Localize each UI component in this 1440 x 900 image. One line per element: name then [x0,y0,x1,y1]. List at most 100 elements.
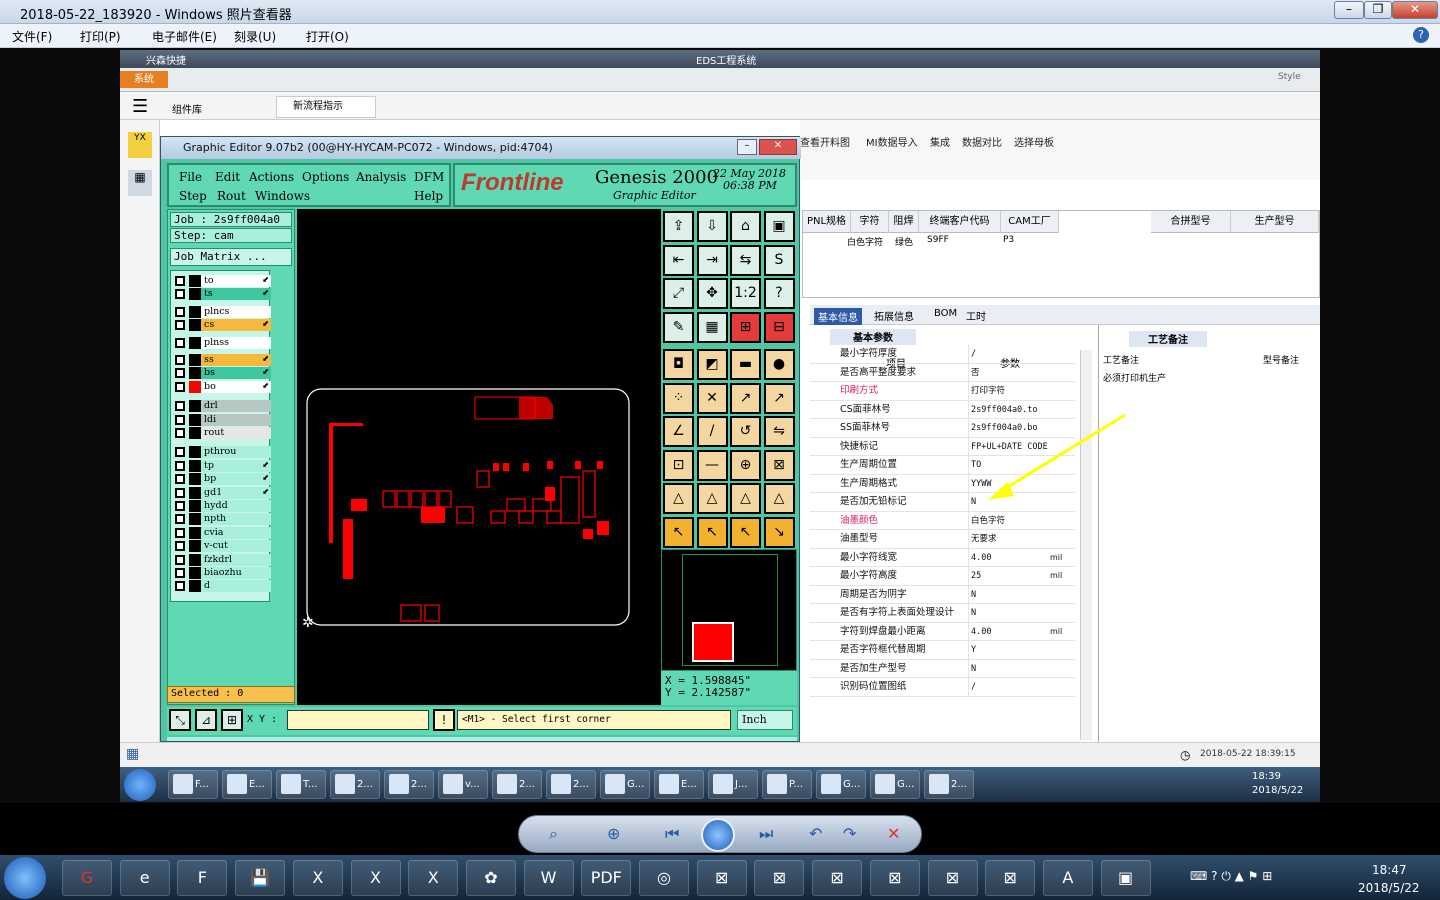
layer-checkbox[interactable] [175,289,185,300]
inner-taskbar-item[interactable]: 2... [924,770,974,799]
ge-menu-dfm[interactable]: DFM [414,170,444,184]
warning-icon[interactable]: ! [433,709,455,731]
hamburger-icon[interactable]: ☰ [132,96,148,117]
calculator-icon[interactable]: ▦ [128,170,152,196]
line-red-icon[interactable]: ↗ [763,382,795,414]
param-value[interactable]: 否 [968,363,1050,382]
remove-layer-icon[interactable]: ⊟ [763,311,795,343]
excel-icon[interactable]: X [292,860,343,896]
params-scrollbar[interactable] [1080,350,1092,740]
ge-menu-file[interactable]: File [179,170,202,184]
param-value[interactable]: 白色字符 [968,511,1050,530]
slideshow-button[interactable] [701,818,735,852]
param-row[interactable]: 印刷方式 打印字符 [810,382,1075,401]
param-row[interactable]: 是否字符框代替周期 Y [810,641,1075,660]
job-matrix-button[interactable]: Job Matrix ... [170,248,292,266]
param-value[interactable]: N [968,604,1050,622]
expand-icon[interactable]: ⤢ [663,278,694,309]
window-icon[interactable]: ⊠ [869,860,920,896]
layer-checkbox[interactable] [175,554,185,565]
layer-row[interactable]: drl [175,400,271,413]
target-icon[interactable]: ⊕ [730,449,761,481]
pdf-icon[interactable]: PDF [581,860,632,896]
layer-checkbox[interactable] [175,474,185,485]
layer-row[interactable]: bs ⬋ [175,367,271,380]
inner-start-button[interactable] [124,769,156,801]
param-row[interactable]: 最小字符高度 25 mil [810,567,1075,586]
ge-close-button[interactable]: ✕ [759,139,797,155]
excel-icon[interactable]: X [350,860,401,896]
layer-checkbox[interactable] [175,428,185,438]
grid-cell[interactable]: P3 [1003,235,1014,245]
layer-checkbox[interactable] [175,355,185,365]
inner-taskbar-item[interactable]: 2... [546,770,596,799]
layer-checkbox[interactable] [175,541,185,552]
layer-row[interactable]: pthrou [175,446,271,459]
line-up-icon[interactable]: ↗ [730,382,761,414]
tri2-icon[interactable]: △ [696,483,728,514]
word-icon[interactable]: W [523,860,574,896]
measure-icon[interactable]: ⊿ [195,709,217,731]
right-icon[interactable]: ⇥ [696,244,728,276]
tri3-icon[interactable]: △ [730,483,761,514]
help-icon[interactable]: ? [1413,27,1429,43]
diagonal-icon[interactable]: / [696,416,728,447]
menu-print[interactable]: 打印(P) [80,28,121,45]
inner-taskbar-item[interactable]: v... [438,770,488,799]
s-shape-icon[interactable]: S [763,244,795,276]
layer-checkbox[interactable] [175,368,185,379]
help-icon[interactable]: ? [763,278,795,309]
param-value[interactable]: 25 [968,567,1050,585]
param-row[interactable]: 是否有字符上表面处理设计 N [810,604,1075,623]
inner-taskbar-item[interactable]: G... [816,770,866,799]
tab-work-hours[interactable]: 工时 [966,308,986,323]
param-value[interactable]: 无要求 [968,530,1050,548]
grid-icon[interactable]: ▦ [126,746,139,762]
fit-icon[interactable]: ▣ [763,211,795,242]
param-value[interactable]: / [968,345,1050,363]
angle-icon[interactable]: ∠ [663,416,694,447]
layer-row[interactable]: plncs [175,305,271,318]
layer-checkbox[interactable] [175,460,185,471]
left-icon[interactable]: ⇤ [663,244,694,276]
param-row[interactable]: 油墨颜色 白色字符 [810,511,1075,530]
layer-row[interactable]: to ⬋ [175,275,271,287]
tab-bom[interactable]: BOM [934,308,957,319]
param-row[interactable]: 是否加生产型号 N [810,659,1075,678]
data-compare-button[interactable]: 数据对比 [962,134,1002,149]
ie-icon[interactable]: e [119,860,170,896]
save-icon[interactable]: ⇪ [663,211,694,242]
edit-icon[interactable]: ✎ [663,311,694,343]
grid-cell[interactable]: S9FF [927,235,949,245]
excel-icon[interactable]: X [408,860,459,896]
select-mother-board-button[interactable]: 选择母板 [1014,134,1054,149]
layer-checkbox[interactable] [175,501,185,511]
ge-minimize-button[interactable]: – [737,139,757,155]
layer-checkbox[interactable] [175,487,185,498]
zoom-box-icon[interactable]: ⤡ [169,709,191,731]
layer-row[interactable]: ss ⬋ [175,354,271,366]
fill-icon[interactable]: ◘ [663,349,694,380]
layer-row[interactable]: rout [175,427,271,439]
inner-taskbar-item[interactable]: E... [654,770,704,799]
grid-cell[interactable]: 绿色 [895,235,913,248]
layer-row[interactable]: fzkdrl [175,553,271,566]
layer-checkbox[interactable] [175,276,185,286]
ge-menu-analysis[interactable]: Analysis [356,170,406,184]
param-value[interactable]: 4.00 [968,622,1050,641]
grid-icon[interactable]: ▦ [696,311,728,343]
open-chart-button[interactable]: 查看开料图 [800,134,850,149]
layer-checkbox[interactable] [175,337,185,348]
inner-taskbar-item[interactable]: G... [600,770,650,799]
layer-checkbox[interactable] [175,306,185,317]
layer-row[interactable]: bo ⬋ [175,380,271,393]
ge-menu-rout[interactable]: Rout [217,189,246,203]
pointer3-icon[interactable]: ↖ [730,516,761,548]
rotate-left-icon[interactable]: ↶ [809,824,822,843]
inner-taskbar-item[interactable]: T... [276,770,326,799]
window-icon[interactable]: ⊠ [985,860,1036,896]
layer-checkbox[interactable] [175,568,185,578]
window-icon[interactable]: ⊠ [927,860,978,896]
bar-icon[interactable]: ▬ [730,349,761,380]
inner-taskbar-item[interactable]: P... [762,770,812,799]
